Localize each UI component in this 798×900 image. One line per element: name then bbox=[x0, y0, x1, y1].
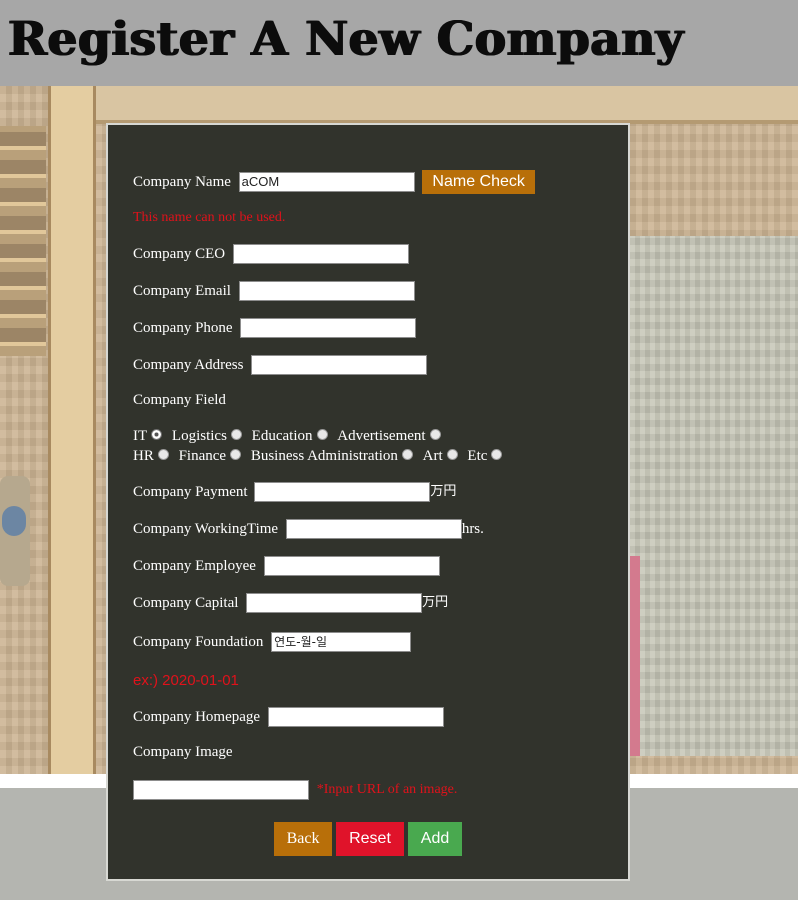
field-option-label: HR bbox=[133, 447, 154, 464]
company-ceo-input[interactable] bbox=[232, 243, 409, 264]
company-payment-input[interactable] bbox=[254, 481, 431, 502]
field-radio-hr[interactable] bbox=[157, 448, 169, 460]
company-address-row: Company Address bbox=[133, 352, 428, 376]
company-employee-row: Company Employee bbox=[133, 553, 440, 577]
reset-button[interactable]: Reset bbox=[336, 822, 404, 856]
field-option-label: Business Administration bbox=[250, 447, 398, 464]
company-capital-label: Company Capital bbox=[133, 594, 239, 611]
name-error-message: This name can not be used. bbox=[133, 210, 286, 225]
name-check-button[interactable]: Name Check bbox=[422, 169, 535, 194]
back-button[interactable]: Back bbox=[274, 822, 332, 856]
company-foundation-row: Company Foundation 연도-월-일 bbox=[133, 629, 412, 653]
field-radio-advertisement[interactable] bbox=[429, 428, 441, 440]
company-foundation-label: Company Foundation bbox=[133, 633, 264, 650]
company-image-label: Company Image bbox=[133, 744, 233, 760]
field-option-label: Finance bbox=[178, 447, 227, 464]
register-company-form: Company Name aCOM Name Check This name c… bbox=[106, 123, 630, 881]
background-curtain bbox=[630, 556, 640, 756]
company-name-row: Company Name aCOM Name Check bbox=[133, 169, 535, 194]
company-homepage-label: Company Homepage bbox=[133, 708, 261, 725]
field-radio-etc[interactable] bbox=[491, 448, 503, 460]
field-option-label: Advertisement bbox=[337, 427, 426, 444]
company-phone-row: Company Phone bbox=[133, 315, 417, 339]
field-radio-logistics[interactable] bbox=[230, 428, 242, 440]
company-ceo-label: Company CEO bbox=[133, 245, 226, 262]
company-employee-input[interactable] bbox=[263, 555, 440, 576]
company-employee-label: Company Employee bbox=[133, 557, 256, 574]
company-email-input[interactable] bbox=[238, 280, 415, 301]
company-address-label: Company Address bbox=[133, 356, 244, 373]
company-capital-input[interactable] bbox=[246, 592, 423, 613]
capital-unit: 万円 bbox=[422, 594, 449, 610]
field-option-label: Art bbox=[422, 447, 443, 464]
company-phone-label: Company Phone bbox=[133, 319, 233, 336]
company-foundation-date-input[interactable]: 연도-월-일 bbox=[271, 631, 412, 652]
company-name-label: Company Name bbox=[133, 173, 231, 190]
page-header: Register A New Company bbox=[0, 0, 798, 86]
company-payment-row: Company Payment 万円 bbox=[133, 479, 456, 503]
foundation-example-hint: ex:) 2020-01-01 bbox=[133, 672, 239, 689]
company-image-row: *Input URL of an image. bbox=[133, 777, 457, 801]
company-address-input[interactable] bbox=[251, 354, 428, 375]
working-time-unit: hrs. bbox=[461, 520, 484, 537]
add-button[interactable]: Add bbox=[408, 822, 462, 856]
image-url-hint: *Input URL of an image. bbox=[316, 781, 458, 797]
company-image-url-input[interactable] bbox=[133, 779, 309, 800]
field-radio-education[interactable] bbox=[316, 428, 328, 440]
background-character bbox=[0, 476, 30, 586]
background-wall bbox=[630, 236, 798, 756]
company-working-time-row: Company WorkingTime hrs. bbox=[133, 516, 484, 540]
company-field-options-row-1: IT Logistics Education Advertisement bbox=[133, 425, 447, 445]
company-email-row: Company Email bbox=[133, 278, 415, 302]
company-phone-input[interactable] bbox=[240, 317, 417, 338]
field-radio-finance[interactable] bbox=[230, 448, 242, 460]
company-homepage-row: Company Homepage bbox=[133, 704, 444, 728]
company-ceo-row: Company CEO bbox=[133, 241, 409, 265]
field-radio-business-administration[interactable] bbox=[401, 448, 413, 460]
company-capital-row: Company Capital 万円 bbox=[133, 590, 448, 614]
company-payment-label: Company Payment bbox=[133, 483, 248, 500]
company-homepage-input[interactable] bbox=[267, 706, 444, 727]
field-option-label: Etc bbox=[467, 447, 488, 464]
payment-unit: 万円 bbox=[430, 483, 457, 499]
background-beam bbox=[90, 86, 798, 124]
field-option-label: IT bbox=[133, 427, 148, 444]
field-option-label: Logistics bbox=[171, 427, 227, 444]
field-radio-it[interactable] bbox=[151, 428, 163, 440]
company-email-label: Company Email bbox=[133, 282, 231, 299]
company-name-input[interactable]: aCOM bbox=[238, 171, 415, 192]
background-pillar bbox=[48, 86, 96, 774]
company-field-options-row-2: HR Finance Business Administration Art E… bbox=[133, 445, 508, 465]
field-radio-art[interactable] bbox=[446, 448, 458, 460]
form-actions: Back Reset Add bbox=[108, 822, 628, 856]
company-working-time-input[interactable] bbox=[285, 518, 462, 539]
page-title: Register A New Company bbox=[8, 12, 684, 67]
background-bookshelf bbox=[0, 126, 46, 356]
company-working-time-label: Company WorkingTime bbox=[133, 520, 279, 537]
company-field-label: Company Field bbox=[133, 392, 226, 408]
field-option-label: Education bbox=[251, 427, 313, 444]
